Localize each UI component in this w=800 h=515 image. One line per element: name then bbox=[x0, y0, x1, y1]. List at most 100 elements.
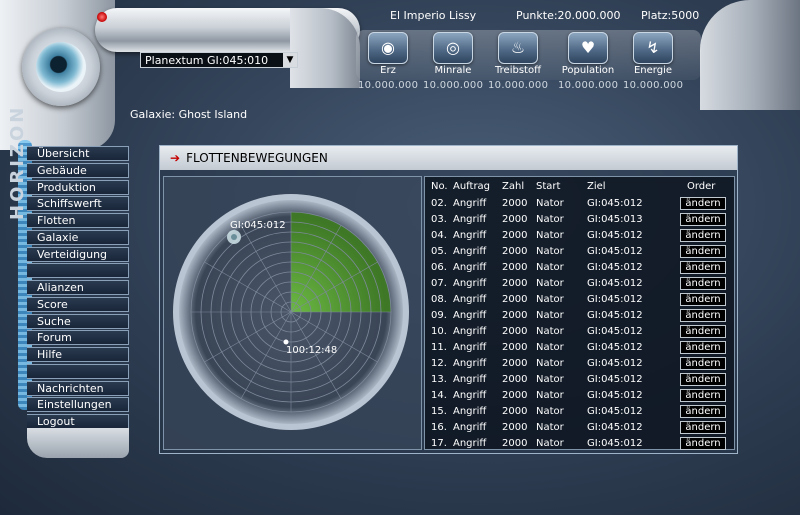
arrow-right-icon: ➔ bbox=[170, 151, 181, 165]
resource-label: Population bbox=[561, 65, 615, 76]
sidebar-item-einstellungen[interactable]: Einstellungen bbox=[27, 397, 129, 413]
resource-erz[interactable]: ◉ Erz 10.000.000 bbox=[358, 32, 418, 91]
table-cell-col-ziel: GI:045:012 bbox=[587, 358, 643, 369]
sidebar-item-logout[interactable]: Logout bbox=[27, 414, 129, 429]
table-cell-col-auftrag: Angriff bbox=[453, 390, 487, 401]
table-cell-col-start: Nator bbox=[536, 342, 564, 353]
resource-label: Energie bbox=[633, 65, 673, 76]
table-cell-col-ziel: GI:045:012 bbox=[587, 390, 643, 401]
sidebar-item-score[interactable]: Score bbox=[27, 296, 129, 312]
change-order-button[interactable]: ändern bbox=[680, 373, 726, 386]
change-order-button[interactable]: ändern bbox=[680, 261, 726, 274]
change-order-button[interactable]: ändern bbox=[680, 325, 726, 338]
sidebar-item-hilfe[interactable]: Hilfe bbox=[27, 347, 129, 362]
change-order-button[interactable]: ändern bbox=[680, 357, 726, 370]
sidebar-item-galaxie[interactable]: Galaxie bbox=[27, 229, 129, 245]
table-cell-col-start: Nator bbox=[536, 198, 564, 209]
table-cell-col-no: 07. bbox=[431, 278, 447, 289]
table-cell-col-no: 10. bbox=[431, 326, 447, 337]
change-order-button[interactable]: ändern bbox=[680, 277, 726, 290]
resource-treibstoff[interactable]: ♨ Treibstoff 10.000.000 bbox=[488, 32, 548, 91]
resource-energie[interactable]: ↯ Energie 10.000.000 bbox=[623, 32, 683, 91]
table-cell-col-auftrag: Angriff bbox=[453, 342, 487, 353]
change-order-button[interactable]: ändern bbox=[680, 437, 726, 450]
table-cell-col-auftrag: Angriff bbox=[453, 438, 487, 449]
table-cell-col-ziel: GI:045:012 bbox=[587, 294, 643, 305]
resource-value: 10.000.000 bbox=[558, 80, 619, 91]
table-cell-col-no: 02. bbox=[431, 198, 447, 209]
table-cell-col-auftrag: Angriff bbox=[453, 294, 487, 305]
sidebar-item-nachrichten[interactable]: Nachrichten bbox=[27, 380, 129, 396]
sidebar-item-schiffswerft[interactable]: Schiffswerft bbox=[27, 196, 129, 212]
sidebar-footer bbox=[27, 428, 129, 458]
change-order-button[interactable]: ändern bbox=[680, 245, 726, 258]
table-cell-col-zahl: 2000 bbox=[502, 342, 528, 353]
change-order-button[interactable]: ändern bbox=[680, 293, 726, 306]
fleet-movements-panel: ➔ FLOTTENBEWEGUNGEN GI:045:012 100:12:48… bbox=[159, 145, 738, 454]
table-cell-col-ziel: GI:045:012 bbox=[587, 198, 643, 209]
resource-label: Minrale bbox=[434, 65, 472, 76]
sidebar-item-verteidigung[interactable]: Verteidigung bbox=[27, 246, 129, 262]
table-cell-col-start: Nator bbox=[536, 374, 564, 385]
change-order-button[interactable]: ändern bbox=[680, 213, 726, 226]
table-cell-col-start: Nator bbox=[536, 390, 564, 401]
sidebar-spacer bbox=[27, 263, 129, 279]
resource-population[interactable]: ♥ Population 10.000.000 bbox=[558, 32, 618, 91]
radar-box: GI:045:012 100:12:48 bbox=[163, 176, 422, 450]
change-order-button[interactable]: ändern bbox=[680, 421, 726, 434]
change-order-button[interactable]: ändern bbox=[680, 389, 726, 402]
table-cell-col-no: 13. bbox=[431, 374, 447, 385]
table-cell-col-auftrag: Angriff bbox=[453, 262, 487, 273]
table-cell-col-auftrag: Angriff bbox=[453, 406, 487, 417]
table-cell-col-zahl: 2000 bbox=[502, 278, 528, 289]
change-order-button[interactable]: ändern bbox=[680, 405, 726, 418]
sidebar-item--bersicht[interactable]: Übersicht bbox=[27, 146, 129, 161]
table-cell-col-no: 06. bbox=[431, 262, 447, 273]
right-pipe bbox=[700, 0, 800, 110]
table-cell-col-no: 09. bbox=[431, 310, 447, 321]
sidebar-item-geb-ude[interactable]: Gebäude bbox=[27, 162, 129, 178]
horizon-logo: HORIZON bbox=[7, 104, 28, 220]
radar-time-label: 100:12:48 bbox=[286, 345, 337, 356]
energy-icon[interactable]: ↯ bbox=[633, 32, 673, 64]
table-cell-col-zahl: 2000 bbox=[502, 390, 528, 401]
table-header-col-no: No. bbox=[431, 181, 448, 192]
table-cell-col-start: Nator bbox=[536, 246, 564, 257]
change-order-button[interactable]: ändern bbox=[680, 197, 726, 210]
table-cell-col-start: Nator bbox=[536, 358, 564, 369]
sidebar-item-alianzen[interactable]: Alianzen bbox=[27, 280, 129, 295]
planet-select[interactable]: Planextum GI:045:010 ▼ bbox=[140, 52, 298, 68]
resource-value: 10.000.000 bbox=[623, 80, 684, 91]
table-cell-col-ziel: GI:045:012 bbox=[587, 310, 643, 321]
eye-icon bbox=[36, 42, 86, 92]
radar-sweep bbox=[291, 212, 391, 312]
table-cell-col-auftrag: Angriff bbox=[453, 278, 487, 289]
panel-title: FLOTTENBEWEGUNGEN bbox=[186, 151, 328, 165]
heart-icon[interactable]: ♥ bbox=[568, 32, 608, 64]
rank-display: Platz:5000 bbox=[641, 9, 700, 22]
resource-minrale[interactable]: ◎ Minrale 10.000.000 bbox=[423, 32, 483, 91]
ore-icon[interactable]: ◉ bbox=[368, 32, 408, 64]
sidebar-item-flotten[interactable]: Flotten bbox=[27, 213, 129, 228]
chevron-down-icon[interactable]: ▼ bbox=[283, 53, 297, 67]
table-cell-col-ziel: GI:045:012 bbox=[587, 406, 643, 417]
table-cell-col-ziel: GI:045:012 bbox=[587, 326, 643, 337]
radar-display: GI:045:012 100:12:48 bbox=[173, 194, 409, 430]
change-order-button[interactable]: ändern bbox=[680, 309, 726, 322]
fuel-flame-icon[interactable]: ♨ bbox=[498, 32, 538, 64]
fleet-marker-icon[interactable] bbox=[283, 339, 289, 345]
change-order-button[interactable]: ändern bbox=[680, 341, 726, 354]
table-cell-col-no: 08. bbox=[431, 294, 447, 305]
sidebar-item-forum[interactable]: Forum bbox=[27, 330, 129, 346]
table-cell-col-start: Nator bbox=[536, 406, 564, 417]
sidebar-item-suche[interactable]: Suche bbox=[27, 313, 129, 329]
table-cell-col-auftrag: Angriff bbox=[453, 246, 487, 257]
panel-title-bar: ➔ FLOTTENBEWEGUNGEN bbox=[160, 146, 737, 170]
mineral-icon[interactable]: ◎ bbox=[433, 32, 473, 64]
table-cell-col-zahl: 2000 bbox=[502, 214, 528, 225]
status-led-icon bbox=[97, 12, 107, 22]
top-pipe-elbow bbox=[290, 8, 360, 88]
change-order-button[interactable]: ändern bbox=[680, 229, 726, 242]
sidebar-item-produktion[interactable]: Produktion bbox=[27, 179, 129, 195]
table-cell-col-zahl: 2000 bbox=[502, 326, 528, 337]
